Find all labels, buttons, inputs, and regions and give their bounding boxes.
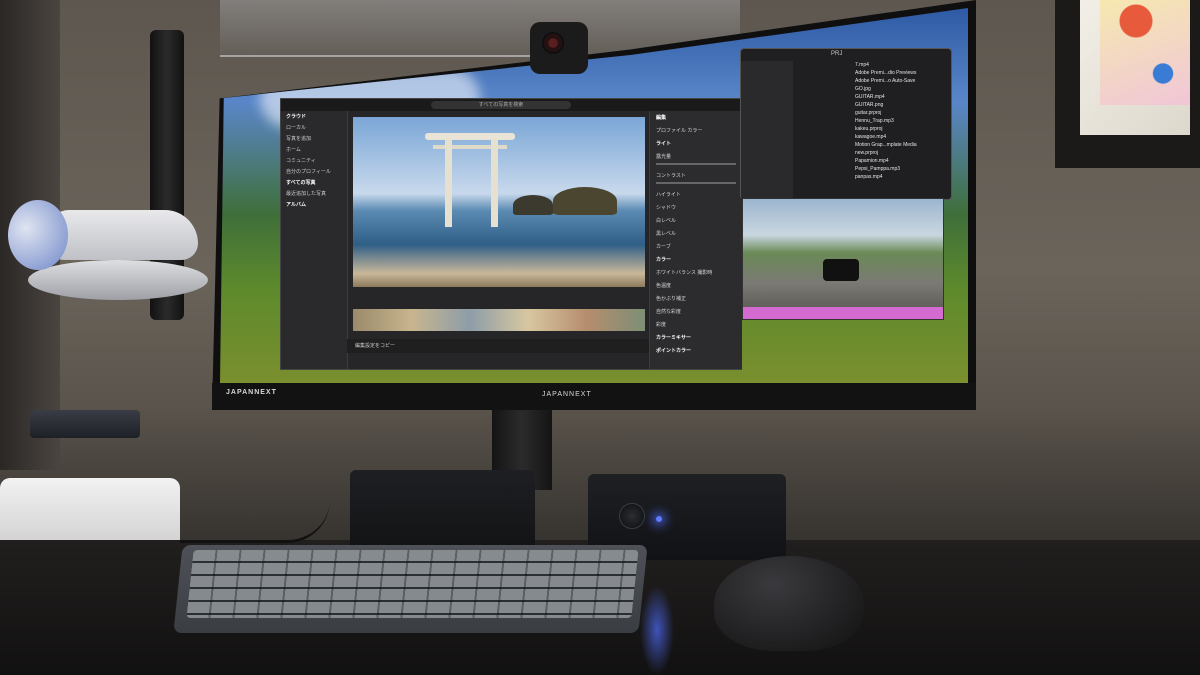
led-reflection [640,585,674,675]
mouse [714,556,864,651]
file-item[interactable]: kakeu.prproj [851,125,949,133]
file-item[interactable]: kawagoe.mp4 [851,133,949,141]
finder-file-list: 7.mp4 Adobe Premi...dio Previews Adobe P… [851,61,949,199]
file-item[interactable]: Hennu_Trap.mp3 [851,117,949,125]
brand-logo-left: JAPANNEXT [226,389,277,396]
panel-vibrance: 自然な彩度 [656,309,682,315]
panel-point-color[interactable]: ポイントカラー [650,344,742,357]
file-item[interactable]: Pepsi_Pamppa.mp3 [851,165,949,173]
finder-sidebar [741,61,793,199]
game-car [823,259,859,281]
finder-window[interactable]: PRJ 7.mp4 Adobe Premi...dio Previews Ado… [740,48,952,200]
sidebar-item-profile[interactable]: 自分のプロフィール [281,166,347,177]
monitor-chin [212,383,976,410]
webcam-lens-icon [542,32,564,54]
panel-tint: 色かぶり補正 [656,296,687,302]
panel-profile[interactable]: プロファイル カラー [650,124,742,137]
file-item[interactable]: 7.mp4 [851,61,949,69]
brand-logo-center: JAPANNEXT [542,391,592,398]
robot-head [8,200,68,270]
sidebar-item-all-photos[interactable]: すべての写真 [281,177,347,188]
game-video-window[interactable] [742,198,944,320]
panel-color[interactable]: カラー [650,253,742,266]
panel-edit-title: 編集 [656,115,667,121]
file-item[interactable]: GUITAR.png [851,101,949,109]
panel-contrast: コントラスト [656,173,686,179]
rock-small [513,195,553,215]
panel-white-balance[interactable]: ホワイトバランス 撮影時 [650,266,742,279]
lightroom-sidebar: クラウド ローカル 写真を追加 ホーム コミュニティ 自分のプロフィール すべて… [281,111,348,369]
framed-artwork [1100,0,1190,105]
torii-pillar-right [491,139,498,227]
torii-pillar-left [445,139,452,227]
sidebar-item-add-photos[interactable]: 写真を追加 [281,133,347,144]
sidebar-item-community[interactable]: コミュニティ [281,155,347,166]
robot-base [28,260,208,300]
panel-exposure: 露光量 [656,154,672,160]
filmstrip[interactable] [353,309,645,331]
panel-saturation: 彩度 [656,322,667,328]
sidebar-item-albums[interactable]: アルバム [281,199,347,210]
copy-settings-button[interactable]: 編集設定をコピー [355,343,395,349]
file-item[interactable]: Motion Grap...mplate Media [851,141,949,149]
speaker-left [350,470,535,552]
lightroom-window[interactable]: すべての写真を検索 クラウド ローカル 写真を追加 ホーム コミュニティ 自分の… [280,98,742,370]
contrast-slider[interactable] [656,182,736,184]
file-item[interactable]: new.prproj [851,149,949,157]
finder-title: PRJ [831,51,843,57]
file-item[interactable]: panpas.mp4 [851,173,949,181]
ultrawide-monitor: すべての写真を検索 クラウド ローカル 写真を追加 ホーム コミュニティ 自分の… [212,0,976,410]
file-item[interactable]: GUITAR.mp4 [851,93,949,101]
panel-curve[interactable]: カーブ [650,240,742,253]
lightroom-topbar: すべての写真を検索 [281,99,741,111]
game-overlay-strip [743,307,943,319]
torii-crossbeam [425,133,515,140]
monitor-screen: すべての写真を検索 クラウド ローカル 写真を追加 ホーム コミュニティ 自分の… [220,8,968,383]
panel-light[interactable]: ライト [650,137,742,150]
file-item[interactable]: Papamion.mp4 [851,157,949,165]
sidebar-item-local[interactable]: ローカル [281,122,347,133]
file-item[interactable]: guitar.prproj [851,109,949,117]
robot-body [48,210,198,260]
panel-color-mixer[interactable]: カラーミキサー [650,331,742,344]
keyboard-keys [186,550,639,618]
search-input[interactable]: すべての写真を検索 [431,101,571,109]
panel-blacks: 黒レベル [656,231,677,237]
sidebar-item-home[interactable]: ホーム [281,144,347,155]
power-led-icon [656,516,662,522]
cable [180,500,330,543]
panel-whites: 白レベル [656,218,677,224]
usb-hub [30,410,140,438]
rock-large [553,187,617,215]
edit-panel: 編集 プロファイル カラー ライト 露光量 コントラスト ハイライト シャドウ … [649,111,742,369]
file-item[interactable]: Adobe Premi...dio Previews [851,69,949,77]
volume-knob-icon[interactable] [619,503,645,529]
torii-photo [353,117,645,287]
file-item[interactable]: Adobe Premi...o Auto-Save [851,77,949,85]
sidebar-item-recent[interactable]: 最近追加した写真 [281,188,347,199]
panel-shadows: シャドウ [656,205,677,211]
desk-setup-photo: すべての写真を検索 クラウド ローカル 写真を追加 ホーム コミュニティ 自分の… [0,0,1200,675]
panel-highlights: ハイライト [656,192,681,198]
file-item[interactable]: GO.jpg [851,85,949,93]
sidebar-item-cloud[interactable]: クラウド [281,111,347,122]
exposure-slider[interactable] [656,163,736,165]
panel-temp: 色温度 [656,283,672,289]
robot-figure [8,200,208,300]
